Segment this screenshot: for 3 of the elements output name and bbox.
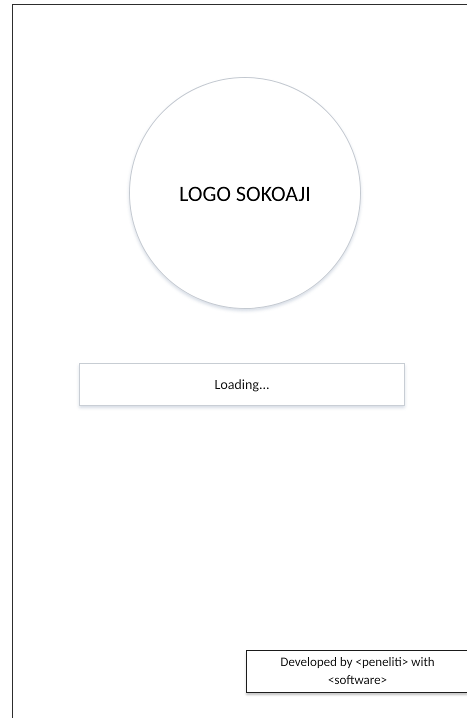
loading-text: Loading...	[214, 375, 270, 395]
logo-text: LOGO SOKOAJI	[179, 178, 311, 208]
credits-text: Developed by <peneliti> with <software>	[280, 654, 435, 690]
